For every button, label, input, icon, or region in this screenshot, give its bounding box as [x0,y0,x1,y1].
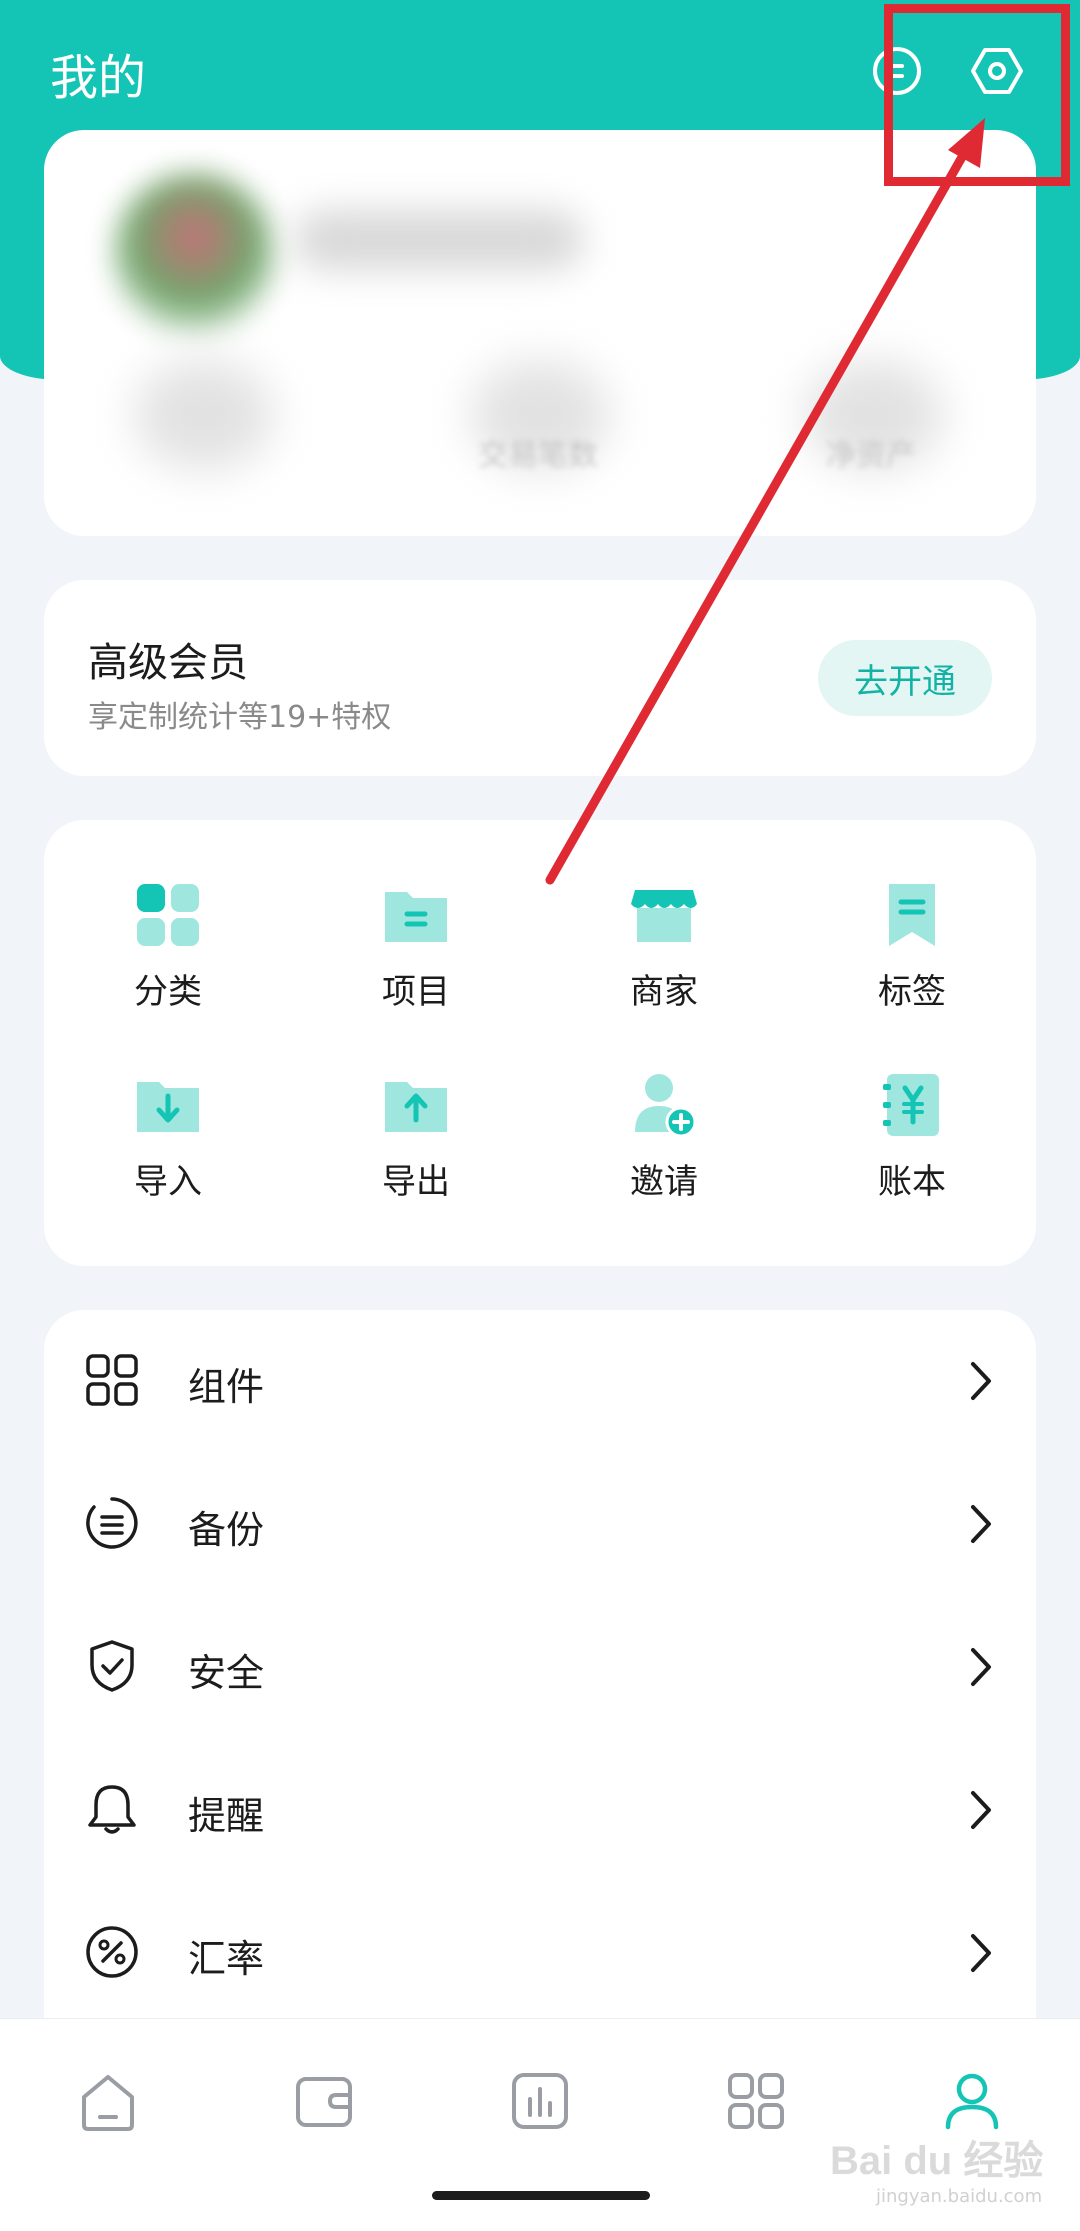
grid-label: 账本 [878,1162,946,1202]
annotation-highlight-box [884,4,1070,186]
profile-card[interactable]: 交易笔数 净资产 [44,130,1036,536]
ledger-icon [883,1074,939,1136]
chart-icon[interactable] [508,2069,572,2133]
percent-icon [86,1926,138,1978]
project-folder-icon [385,892,447,942]
wallet-icon[interactable] [292,2069,356,2133]
chevron-right-icon [971,1791,991,1829]
avatar[interactable] [114,174,274,334]
chevron-right-icon [971,1934,991,1972]
page-title: 我的 [50,50,147,106]
watermark: Bai du 经验 [830,2139,1044,2183]
widgets-icon [86,1354,138,1406]
grid-item-ledger[interactable]: 账本 [812,1070,1012,1220]
list-item-exchange-rate[interactable]: 汇率 [44,1882,1036,2022]
user-name-blurred [294,210,584,270]
shield-icon [90,1640,134,1692]
settings-list: 组件 备份 安全 提醒 汇率 [44,1310,1036,2024]
grid-item-tag[interactable]: 标签 [812,880,1012,1030]
list-item-label: 组件 [188,1365,265,1409]
grid-label: 导出 [382,1162,450,1202]
apps-grid-icon[interactable] [724,2069,788,2133]
export-icon [385,1082,447,1132]
grid-item-invite[interactable]: 邀请 [564,1070,764,1220]
grid-item-store[interactable]: 商家 [564,880,764,1030]
stat-blurred [134,360,274,470]
user-icon[interactable] [940,2069,1004,2133]
grid-item-project[interactable]: 项目 [316,880,516,1030]
list-item-security[interactable]: 安全 [44,1596,1036,1736]
import-icon [137,1082,199,1132]
home-icon[interactable] [76,2069,140,2133]
watermark-url: jingyan.baidu.com [876,2186,1043,2207]
vip-card[interactable]: 高级会员 享定制统计等19+特权 去开通 [44,580,1036,776]
chevron-right-icon [971,1362,991,1400]
grid-label: 导入 [134,1162,202,1202]
grid-label: 邀请 [630,1162,698,1202]
feature-grid: 分类 项目 商家 标签 导入 导出 邀请 账本 [44,820,1036,1266]
list-item-label: 备份 [188,1508,265,1552]
stat-label: 交易笔数 [478,438,598,473]
stat-label: 净资产 [826,438,916,473]
grid-label: 标签 [878,972,946,1012]
grid-item-import[interactable]: 导入 [68,1070,268,1220]
grid-item-export[interactable]: 导出 [316,1070,516,1220]
chevron-right-icon [971,1505,991,1543]
list-item-widgets[interactable]: 组件 [44,1310,1036,1450]
grid-label: 项目 [382,972,450,1012]
list-item-label: 提醒 [188,1794,265,1838]
grid-item-category[interactable]: 分类 [68,880,268,1030]
list-item-reminder[interactable]: 提醒 [44,1739,1036,1879]
bell-icon [88,1785,136,1834]
tag-icon [889,884,935,946]
list-item-label: 汇率 [188,1937,265,1981]
grid-label: 商家 [630,972,698,1012]
vip-activate-button[interactable]: 去开通 [818,640,992,716]
category-icon [137,884,199,946]
vip-title: 高级会员 [88,640,248,686]
invite-icon [635,1074,697,1138]
list-item-backup[interactable]: 备份 [44,1453,1036,1593]
backup-icon [86,1497,138,1549]
vip-subtitle: 享定制统计等19+特权 [88,700,392,735]
chevron-right-icon [971,1648,991,1686]
list-item-label: 安全 [188,1651,265,1695]
grid-label: 分类 [134,972,202,1012]
store-icon [631,890,697,942]
home-indicator [432,2191,650,2200]
